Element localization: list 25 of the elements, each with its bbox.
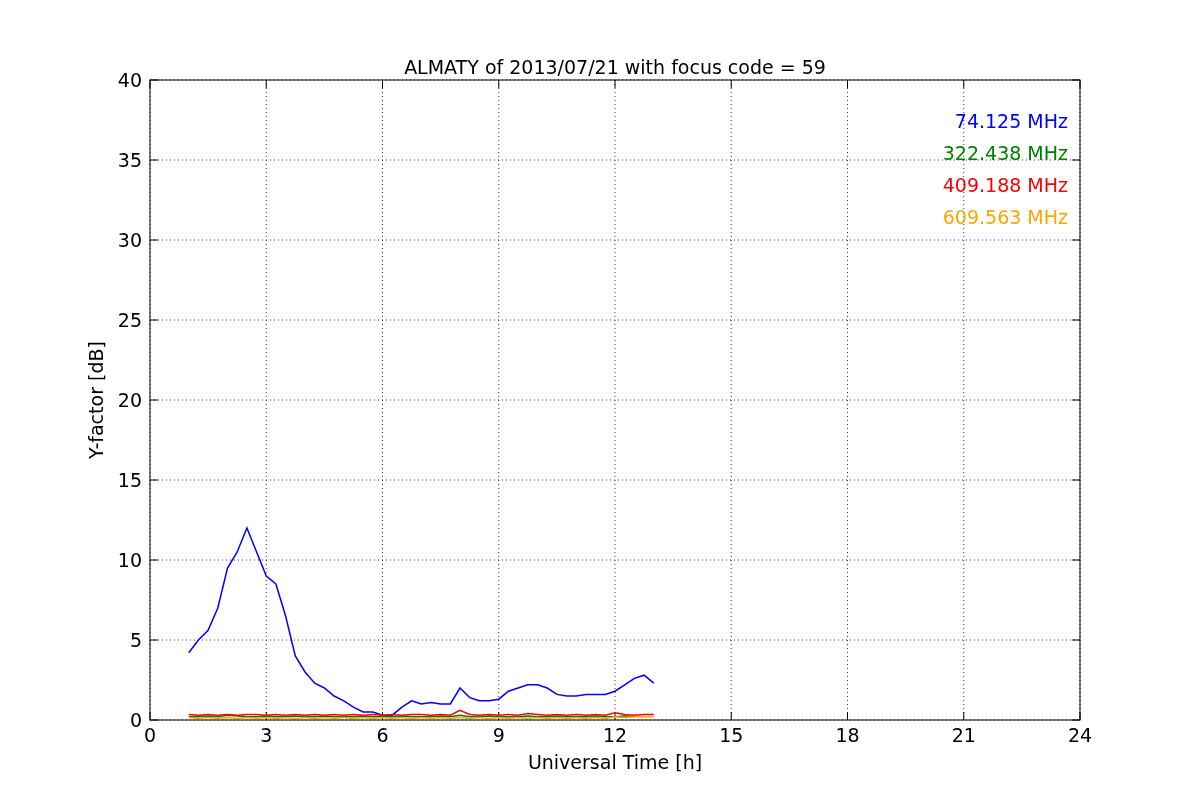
x-tick-label: 3 (260, 724, 273, 746)
x-tick-label: 6 (376, 724, 389, 746)
y-tick-label: 40 (117, 69, 142, 91)
x-tick-label: 15 (719, 724, 744, 746)
y-axis-label: Y-factor [dB] (85, 341, 107, 459)
chart-title: ALMATY of 2013/07/21 with focus code = 59 (404, 56, 826, 78)
y-tick-label: 25 (117, 309, 142, 331)
legend-label: 609.563 MHz (942, 206, 1068, 228)
x-tick-label: 12 (602, 724, 628, 746)
x-tick-label: 0 (143, 724, 157, 746)
x-tick-label: 21 (951, 724, 976, 746)
y-tick-label: 5 (129, 629, 142, 651)
legend-label: 322.438 MHz (942, 142, 1068, 164)
x-axis-label: Universal Time [h] (527, 751, 703, 773)
legend-label: 409.188 MHz (942, 174, 1068, 196)
y-tick-label: 20 (117, 389, 142, 411)
y-tick-label: 35 (117, 149, 142, 171)
y-tick-label: 30 (117, 229, 142, 251)
y-tick-label: 0 (129, 709, 142, 731)
y-tick-label: 15 (117, 469, 142, 491)
y-tick-label: 10 (117, 549, 142, 571)
x-tick-label: 9 (492, 724, 505, 746)
legend-label: 74.125 MHz (954, 110, 1068, 132)
x-tick-label: 18 (835, 724, 860, 746)
x-tick-label: 24 (1067, 724, 1093, 746)
